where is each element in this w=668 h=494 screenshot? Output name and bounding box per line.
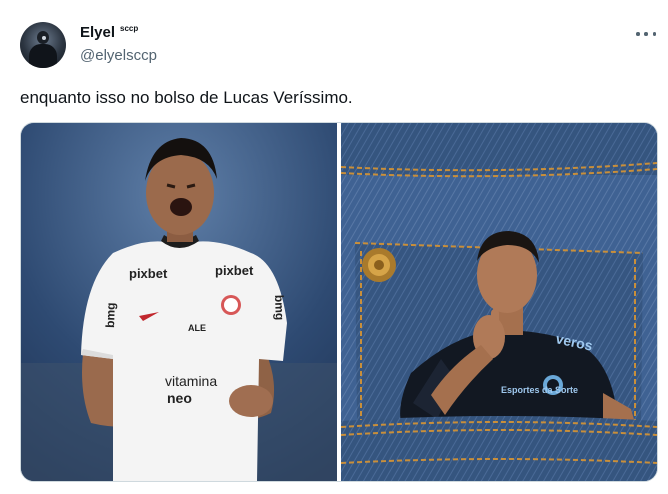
avatar-highlight [42, 36, 46, 40]
author-name-row: Elyel sccp [80, 24, 138, 42]
photo-right-illustration: Esportes da Sorte veros [341, 123, 657, 481]
media-grid[interactable]: pixbet pixbet bmg bmg vitamina neo ALE E… [20, 122, 658, 482]
author-display-name[interactable]: Elyel [80, 24, 115, 42]
photo-left-illustration: pixbet pixbet bmg bmg vitamina neo ALE [21, 123, 337, 481]
sponsor-text: pixbet [129, 266, 168, 281]
author-name-badge: sccp [120, 24, 139, 33]
author-avatar[interactable] [20, 22, 66, 68]
sponsor-text: vitamina [165, 373, 217, 389]
more-dot [636, 32, 640, 36]
photo-left[interactable]: pixbet pixbet bmg bmg vitamina neo ALE [21, 123, 337, 481]
tweet[interactable]: Elyel sccp @elyelsccp enquanto isso no b… [0, 0, 668, 494]
more-dot [644, 32, 648, 36]
tweet-text: enquanto isso no bolso de Lucas Veríssim… [20, 88, 353, 107]
sponsor-text: ALE [188, 323, 206, 333]
sponsor-text: Esportes da Sorte [501, 385, 578, 395]
avatar-body [29, 44, 57, 68]
sponsor-text: neo [167, 390, 192, 406]
photo-right[interactable]: Esportes da Sorte veros [341, 123, 657, 481]
more-dot [652, 32, 656, 36]
more-options-icon[interactable] [636, 28, 656, 40]
sponsor-text: bmg [103, 302, 118, 328]
sponsor-text: pixbet [215, 263, 254, 278]
author-handle[interactable]: @elyelsccp [80, 47, 157, 65]
sponsor-text: bmg [272, 295, 287, 321]
